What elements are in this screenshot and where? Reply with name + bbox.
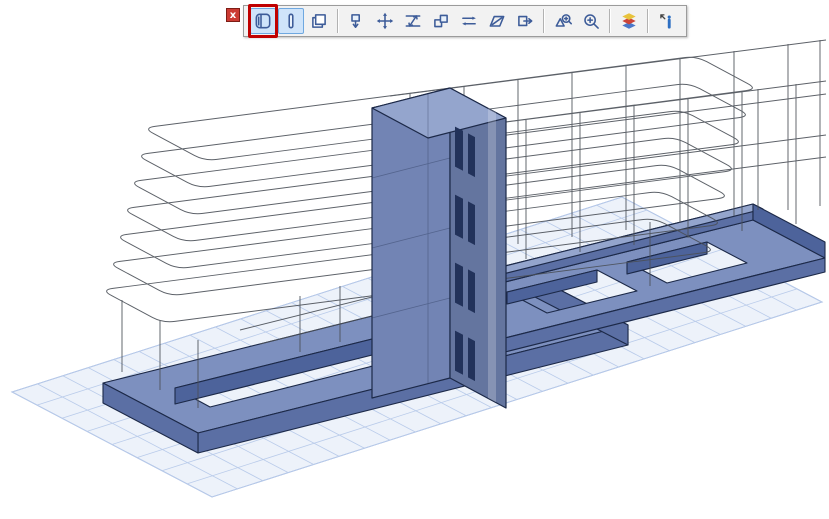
drag-element-button[interactable]: [344, 8, 370, 34]
visual-styles-icon: [619, 11, 639, 31]
move-3d-icon: [375, 11, 395, 31]
toolbar-separator: [337, 9, 339, 33]
toolbar-separator: [647, 9, 649, 33]
drag-mode-button[interactable]: [250, 8, 276, 34]
editing-toolbar: x: [226, 5, 687, 37]
multiply-button[interactable]: [428, 8, 454, 34]
visual-styles-button[interactable]: [616, 8, 642, 34]
tower-pilaster-highlight: [488, 108, 496, 402]
toolbar-separator: [609, 9, 611, 33]
tilt-icon: [487, 11, 507, 31]
drag-element-icon: [347, 11, 367, 31]
zoom-selection-button[interactable]: [550, 8, 576, 34]
tilt-button[interactable]: [484, 8, 510, 34]
multiply-icon: [431, 11, 451, 31]
drag-mode-icon: [253, 11, 273, 31]
stretch-icon: [403, 11, 423, 31]
model-viewport[interactable]: [0, 0, 829, 519]
quick-info-icon: [657, 11, 677, 31]
toolbar-separator: [543, 9, 545, 33]
column-mode-button[interactable]: [278, 8, 304, 34]
offset-icon: [515, 11, 535, 31]
skew-button[interactable]: [456, 8, 482, 34]
core-tower[interactable]: [372, 88, 506, 408]
move-3d-button[interactable]: [372, 8, 398, 34]
close-button[interactable]: x: [226, 8, 240, 22]
quick-info-button[interactable]: [654, 8, 680, 34]
offset-button[interactable]: [512, 8, 538, 34]
copy-icon: [309, 11, 329, 31]
zoom-in-button[interactable]: [578, 8, 604, 34]
zoom-in-icon: [581, 11, 601, 31]
toolbar-panel: [243, 5, 687, 37]
skew-icon: [459, 11, 479, 31]
zoom-selection-icon: [553, 11, 573, 31]
column-mode-icon: [281, 11, 301, 31]
stretch-button[interactable]: [400, 8, 426, 34]
copy-button[interactable]: [306, 8, 332, 34]
